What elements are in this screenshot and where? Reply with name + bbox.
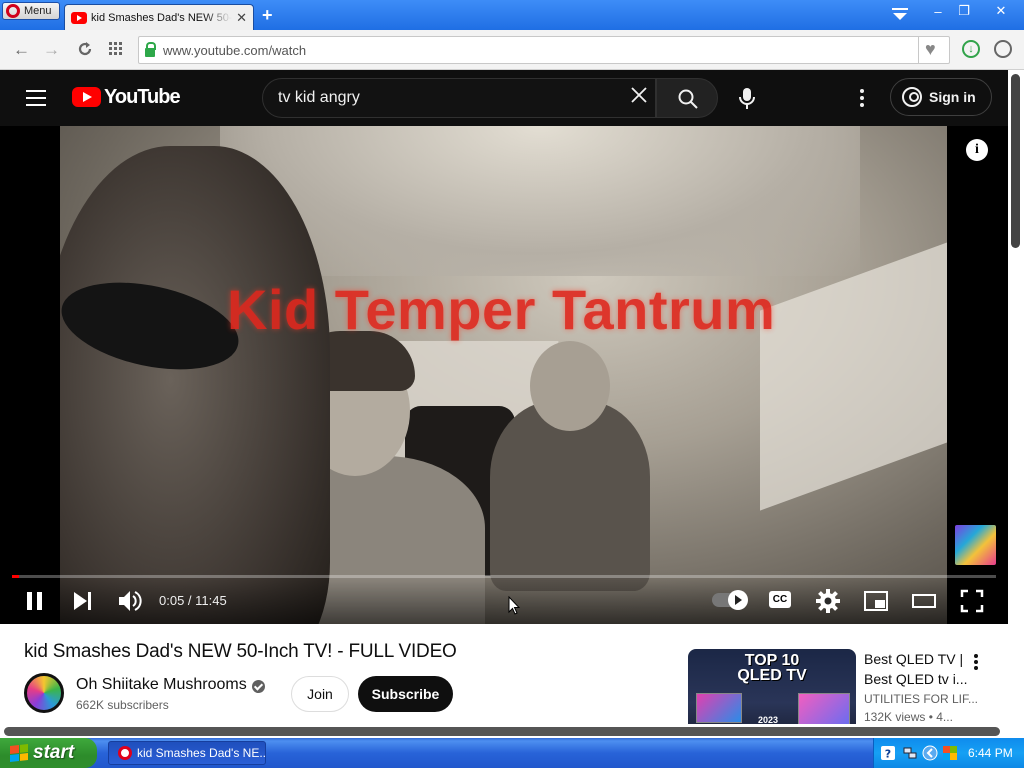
window-close-button[interactable]: ✕ bbox=[990, 2, 1012, 20]
youtube-logo-icon[interactable] bbox=[72, 87, 101, 107]
svg-text:?: ? bbox=[885, 748, 891, 761]
reload-icon[interactable] bbox=[77, 41, 93, 57]
recommended-meta: 132K views • 4... bbox=[864, 710, 953, 724]
thumbnail-tv-right bbox=[798, 693, 850, 725]
horizontal-scrollbar-thumb[interactable] bbox=[4, 727, 1000, 736]
subscriber-count: 662K subscribers bbox=[76, 698, 169, 712]
settings-gear-icon[interactable] bbox=[815, 588, 841, 614]
tab-close-button[interactable]: ✕ bbox=[236, 10, 247, 26]
vertical-scrollbar[interactable] bbox=[1008, 70, 1024, 738]
verified-badge-icon bbox=[252, 680, 265, 693]
secure-lock-icon bbox=[145, 41, 156, 57]
thumbnail-text: TOP 10 QLED TV bbox=[688, 649, 856, 684]
join-button[interactable]: Join bbox=[291, 676, 349, 712]
tab-menu-icon[interactable] bbox=[891, 8, 909, 22]
miniplayer-button[interactable] bbox=[863, 588, 889, 614]
vertical-scrollbar-thumb[interactable] bbox=[1011, 74, 1020, 248]
search-input[interactable] bbox=[278, 87, 608, 109]
channel-watermark-icon[interactable] bbox=[955, 525, 996, 565]
tray-expand-icon[interactable] bbox=[922, 745, 938, 761]
browser-tab-active[interactable]: kid Smashes Dad's NEW 50-Inch TV! - FULL… bbox=[64, 4, 254, 30]
settings-more-icon[interactable] bbox=[850, 86, 874, 110]
video-scene-window-right bbox=[760, 241, 947, 511]
url-text: www.youtube.com/watch bbox=[163, 42, 307, 58]
channel-avatar[interactable] bbox=[24, 673, 64, 713]
voice-search-mic-icon[interactable] bbox=[734, 85, 760, 111]
guide-menu-icon[interactable] bbox=[26, 90, 46, 106]
video-scene-kid-back-head bbox=[530, 341, 610, 431]
channel-name[interactable]: Oh Shiitake Mushrooms bbox=[76, 676, 247, 694]
next-video-button[interactable] bbox=[70, 588, 96, 614]
subscribe-button[interactable]: Subscribe bbox=[358, 676, 453, 712]
account-circle-icon bbox=[902, 87, 922, 107]
tab-title: kid Smashes Dad's NEW 50-Inch TV! - FULL… bbox=[91, 11, 233, 24]
recommended-title-line2: Best QLED tv i... bbox=[864, 671, 968, 687]
youtube-header: YouTube Sign in bbox=[0, 70, 1008, 126]
speed-dial-grid-icon[interactable] bbox=[109, 42, 123, 56]
sign-in-button[interactable]: Sign in bbox=[890, 78, 992, 116]
network-icon[interactable] bbox=[902, 745, 918, 761]
security-center-icon[interactable] bbox=[942, 745, 958, 761]
video-info-icon[interactable]: i bbox=[966, 139, 988, 161]
window-restore-button[interactable]: ❐ bbox=[953, 2, 975, 20]
video-title: kid Smashes Dad's NEW 50-Inch TV! - FULL… bbox=[24, 641, 457, 662]
taskbar-item-opera[interactable]: kid Smashes Dad's NE... bbox=[108, 741, 266, 765]
time-display: 0:05 / 11:45 bbox=[159, 593, 227, 608]
opera-menu-button[interactable]: Menu bbox=[2, 2, 60, 20]
youtube-favicon-icon bbox=[71, 11, 87, 24]
video-frame[interactable]: Kid Temper Tantrum bbox=[60, 126, 947, 624]
video-player[interactable]: Kid Temper Tantrum i 0:05 / 11:45 CC bbox=[0, 126, 1008, 624]
autoplay-play-icon bbox=[735, 595, 742, 605]
bookmark-heart-icon[interactable]: ♥ bbox=[925, 39, 936, 60]
forward-arrow-icon[interactable]: → bbox=[43, 40, 60, 60]
url-field[interactable]: www.youtube.com/watch bbox=[138, 36, 950, 64]
opera-logo-icon bbox=[6, 4, 20, 18]
player-controls: 0:05 / 11:45 CC bbox=[0, 578, 1008, 624]
captions-button[interactable]: CC bbox=[769, 591, 791, 608]
recommended-more-icon[interactable] bbox=[966, 652, 986, 672]
new-tab-button[interactable]: + bbox=[262, 5, 273, 26]
mouse-cursor-icon bbox=[508, 596, 520, 615]
search-button[interactable] bbox=[656, 78, 718, 118]
clear-search-icon[interactable] bbox=[630, 86, 648, 104]
fullscreen-button[interactable] bbox=[959, 588, 985, 614]
windows-taskbar: start kid Smashes Dad's NE... ? 6:44 PM bbox=[0, 738, 1024, 768]
help-icon[interactable]: ? bbox=[880, 745, 896, 761]
start-button[interactable]: start bbox=[0, 738, 97, 768]
volume-button[interactable] bbox=[116, 588, 142, 614]
video-overlay-title: Kid Temper Tantrum bbox=[227, 278, 776, 341]
recommended-title-line1: Best QLED TV | bbox=[864, 651, 964, 667]
thumbnail-tv-left bbox=[696, 693, 742, 723]
windows-flag-icon bbox=[10, 744, 28, 762]
recommended-channel[interactable]: UTILITIES FOR LIF... bbox=[864, 692, 978, 706]
search-box bbox=[262, 78, 656, 118]
youtube-logo-text[interactable]: YouTube bbox=[104, 86, 181, 109]
opera-taskbar-icon bbox=[118, 746, 132, 760]
video-scene-ceiling bbox=[220, 126, 860, 276]
back-arrow-icon[interactable]: ← bbox=[13, 40, 30, 60]
recommended-video-title[interactable]: Best QLED TV | Best QLED tv i... bbox=[864, 649, 974, 689]
search-icon bbox=[678, 89, 698, 109]
thumbnail-text-line2: QLED TV bbox=[737, 667, 807, 684]
pause-button[interactable] bbox=[22, 588, 48, 614]
browser-tab-bar: Menu kid Smashes Dad's NEW 50-Inch TV! -… bbox=[0, 0, 1024, 30]
url-separator bbox=[918, 36, 919, 64]
taskbar-item-label: kid Smashes Dad's NE... bbox=[137, 746, 266, 760]
download-icon[interactable]: ↓ bbox=[962, 40, 980, 58]
taskbar-clock: 6:44 PM bbox=[968, 746, 1013, 760]
start-label: start bbox=[33, 742, 75, 763]
window-minimize-button[interactable]: ‒ bbox=[927, 2, 949, 20]
youtube-page: YouTube Sign in bbox=[0, 70, 1024, 738]
video-scene-man bbox=[60, 146, 330, 624]
theater-mode-button[interactable] bbox=[911, 588, 937, 614]
horizontal-scrollbar[interactable] bbox=[0, 724, 1008, 738]
browser-account-icon[interactable] bbox=[994, 40, 1012, 58]
sign-in-label: Sign in bbox=[929, 89, 976, 105]
address-bar: ← → www.youtube.com/watch ♥ bbox=[0, 30, 1024, 70]
opera-menu-label: Menu bbox=[24, 5, 52, 17]
